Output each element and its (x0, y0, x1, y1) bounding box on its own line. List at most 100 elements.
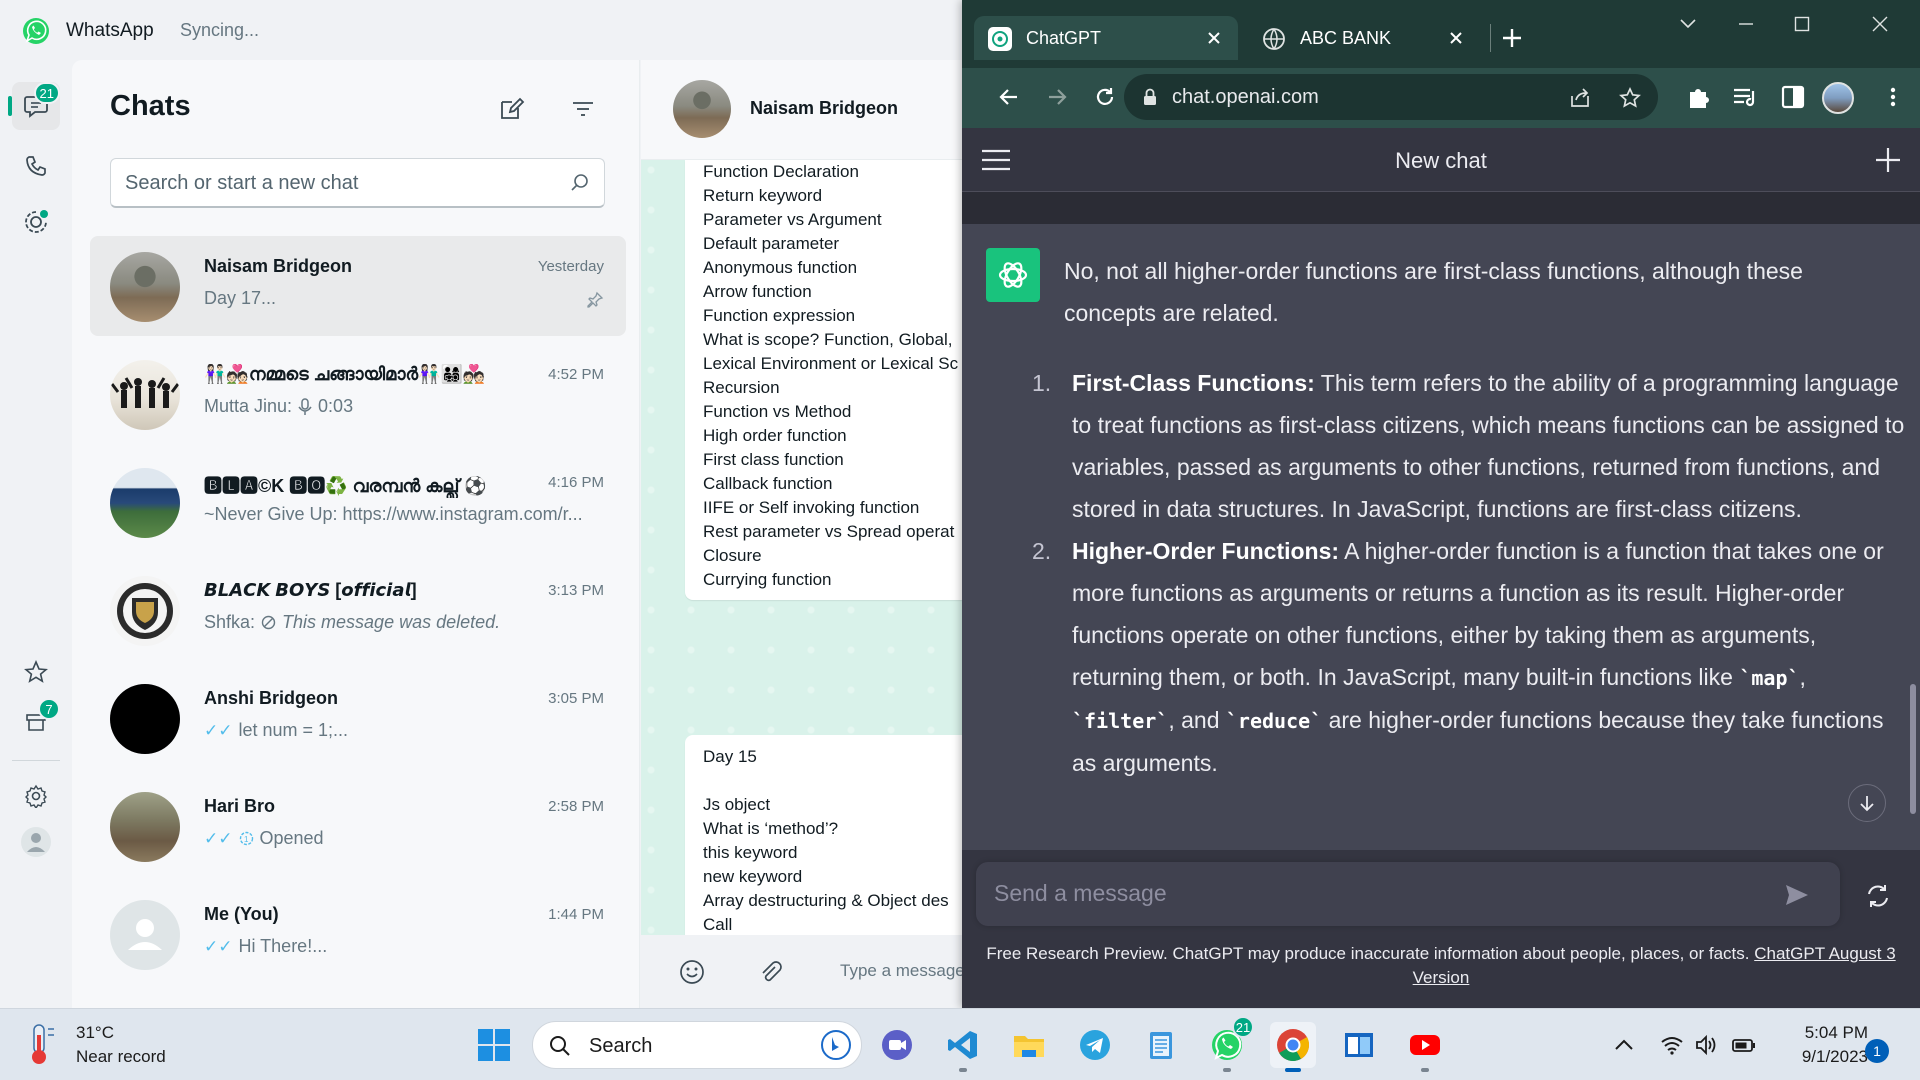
profile-nav-button[interactable] (12, 818, 60, 866)
chevron-up-icon[interactable] (1612, 1033, 1636, 1057)
taskbar-app-whatsapp[interactable]: 21 (1204, 1016, 1254, 1072)
chat-time: 2:58 PM (548, 798, 604, 815)
tab-search-button[interactable] (1670, 10, 1706, 38)
taskbar-app-chrome[interactable] (1270, 1022, 1316, 1072)
address-bar[interactable]: chat.openai.com (1124, 74, 1658, 120)
scroll-to-bottom-button[interactable] (1848, 784, 1886, 822)
scrollbar-thumb[interactable] (1910, 684, 1916, 814)
share-icon[interactable] (1568, 86, 1592, 110)
search-box[interactable] (110, 158, 605, 208)
conversation-header[interactable]: Naisam Bridgeon (641, 60, 965, 160)
more-vert-icon[interactable] (1878, 82, 1908, 112)
message-line: Parameter vs Argument (703, 210, 882, 229)
message-line: Currying function (703, 570, 832, 589)
maximize-button[interactable] (1784, 10, 1820, 38)
club-crest-image (117, 583, 173, 639)
taskbar-app-notepad[interactable] (1138, 1022, 1184, 1068)
prompt-input[interactable] (994, 880, 1754, 910)
chat-list-item[interactable]: 𝘽𝙇𝘼𝘾𝙆 𝘽𝙊𝙔𝙎 [𝙤𝙛𝙛𝙞𝙘𝙞𝙖𝙡] 3:13 PM Shfka: Thi… (90, 560, 626, 660)
list-number: 1. (1032, 370, 1052, 396)
bookmark-star-icon[interactable] (1618, 86, 1642, 110)
extensions-icon[interactable] (1684, 82, 1714, 112)
avatar (110, 792, 180, 862)
taskbar-app-notes[interactable] (1336, 1022, 1382, 1068)
close-window-button[interactable] (1862, 10, 1898, 38)
chat-name: Me (You) (204, 904, 279, 924)
avatar (110, 360, 180, 430)
chats-nav-button[interactable]: 21 (8, 82, 60, 130)
tab-abc-bank[interactable]: ABC BANK (1248, 16, 1480, 60)
message-composer[interactable] (976, 862, 1840, 926)
taskbar-app-youtube[interactable] (1402, 1022, 1448, 1072)
term: First-Class Functions: (1072, 370, 1315, 396)
calls-nav-button[interactable] (12, 142, 60, 190)
close-icon[interactable] (1446, 28, 1466, 48)
new-tab-icon[interactable] (1500, 26, 1524, 50)
new-chat-icon[interactable] (496, 94, 526, 124)
weather-temp: 31°C (76, 1023, 114, 1042)
taskbar-app-vscode[interactable] (940, 1022, 986, 1072)
chat-preview: ✓✓ 1 Opened (204, 828, 324, 849)
chat-list-item[interactable]: 👫🏻💑🏻നമ്മടെ ചങ്ങായിമാർ👫🏻👨‍👩‍👧‍👦💑🏻 4:52 PM… (90, 344, 626, 444)
microphone-icon (298, 397, 312, 415)
starred-nav-button[interactable] (12, 648, 60, 696)
list-number: 2. (1032, 538, 1052, 564)
assistant-message: No, not all higher-order functions are f… (962, 224, 1920, 850)
minimize-icon (1739, 23, 1753, 25)
answer-list-item: 2. Higher-Order Functions: A higher-order… (1032, 530, 1912, 784)
arrow-left-icon (999, 89, 1017, 105)
chat-list-item[interactable]: Anshi Bridgeon 3:05 PM ✓✓ let num = 1;..… (90, 668, 626, 768)
chat-list-item[interactable]: 🅱🅻🅰©K 🅱🅾♻️ വരമ്പൻ കല്ല് ⚽ 4:16 PM ~Never… (90, 452, 626, 552)
system-clock[interactable]: 5:04 PM 9/1/2023 (1772, 1021, 1868, 1069)
taskbar-app-explorer[interactable] (1006, 1022, 1052, 1068)
arrow-right-icon (1049, 89, 1067, 105)
regenerate-icon[interactable] (1864, 882, 1892, 910)
battery-icon[interactable] (1732, 1033, 1756, 1057)
taskbar-app-telegram[interactable] (1072, 1022, 1118, 1068)
filter-icon[interactable] (568, 94, 598, 124)
chat-preview-text: Day 17... (204, 288, 277, 308)
minimize-button[interactable] (1728, 10, 1764, 38)
chat-list-item[interactable]: Hari Bro 2:58 PM ✓✓ 1 Opened (90, 776, 626, 876)
chatgpt-header: New chat (962, 128, 1920, 192)
avatar (673, 80, 731, 138)
forward-button[interactable] (1042, 82, 1072, 112)
side-panel-icon[interactable] (1778, 82, 1808, 112)
volume-icon[interactable] (1694, 1033, 1718, 1057)
archived-nav-button[interactable]: 7 (12, 698, 60, 746)
tab-chatgpt[interactable]: ChatGPT (974, 16, 1238, 60)
media-control-icon[interactable] (1730, 82, 1760, 112)
emoji-icon[interactable] (679, 959, 705, 985)
term: Higher-Order Functions: (1072, 538, 1340, 564)
chat-time: 1:44 PM (548, 906, 604, 923)
profile-avatar[interactable] (1822, 82, 1854, 114)
status-nav-button[interactable] (12, 198, 60, 246)
new-chat-plus-icon[interactable] (1874, 146, 1902, 174)
search-input[interactable] (125, 169, 545, 197)
start-button[interactable] (471, 1022, 517, 1068)
reload-button[interactable] (1090, 82, 1120, 112)
taskbar-app-meet[interactable] (874, 1022, 920, 1068)
message-line: High order function (703, 426, 847, 445)
chat-preview: Day 17... (204, 288, 276, 309)
close-icon[interactable] (1204, 28, 1224, 48)
message-input[interactable]: Type a message (840, 961, 965, 981)
back-button[interactable] (994, 82, 1024, 112)
message-line: What is scope? Function, Global, (703, 330, 953, 349)
send-icon[interactable] (1784, 882, 1810, 908)
wifi-icon[interactable] (1660, 1033, 1684, 1057)
chat-list-item[interactable]: Me (You) 1:44 PM ✓✓ Hi There!... (90, 884, 626, 984)
message-area: Function Declaration Return keyword Parame… (641, 160, 965, 935)
taskbar-search[interactable]: Search (532, 1021, 862, 1069)
weather-widget[interactable]: 31°C Near record (22, 1021, 166, 1067)
chat-list-item[interactable]: Naisam Bridgeon Yesterday Day 17... (90, 236, 626, 336)
attach-icon[interactable] (757, 959, 783, 985)
chat-name: 🅱🅻🅰©K 🅱🅾♻️ വരമ്പൻ കല്ല് ⚽ (204, 476, 487, 496)
notification-badge[interactable]: 1 (1865, 1039, 1889, 1063)
chat-time: 3:05 PM (548, 690, 604, 707)
settings-nav-button[interactable] (12, 772, 60, 820)
chat-name: 👫🏻💑🏻നമ്മടെ ചങ്ങായിമാർ👫🏻👨‍👩‍👧‍👦💑🏻 (204, 364, 486, 384)
telegram-icon (1080, 1030, 1110, 1060)
arrow-down-icon (1860, 796, 1874, 812)
message-line: Callback function (703, 474, 833, 493)
